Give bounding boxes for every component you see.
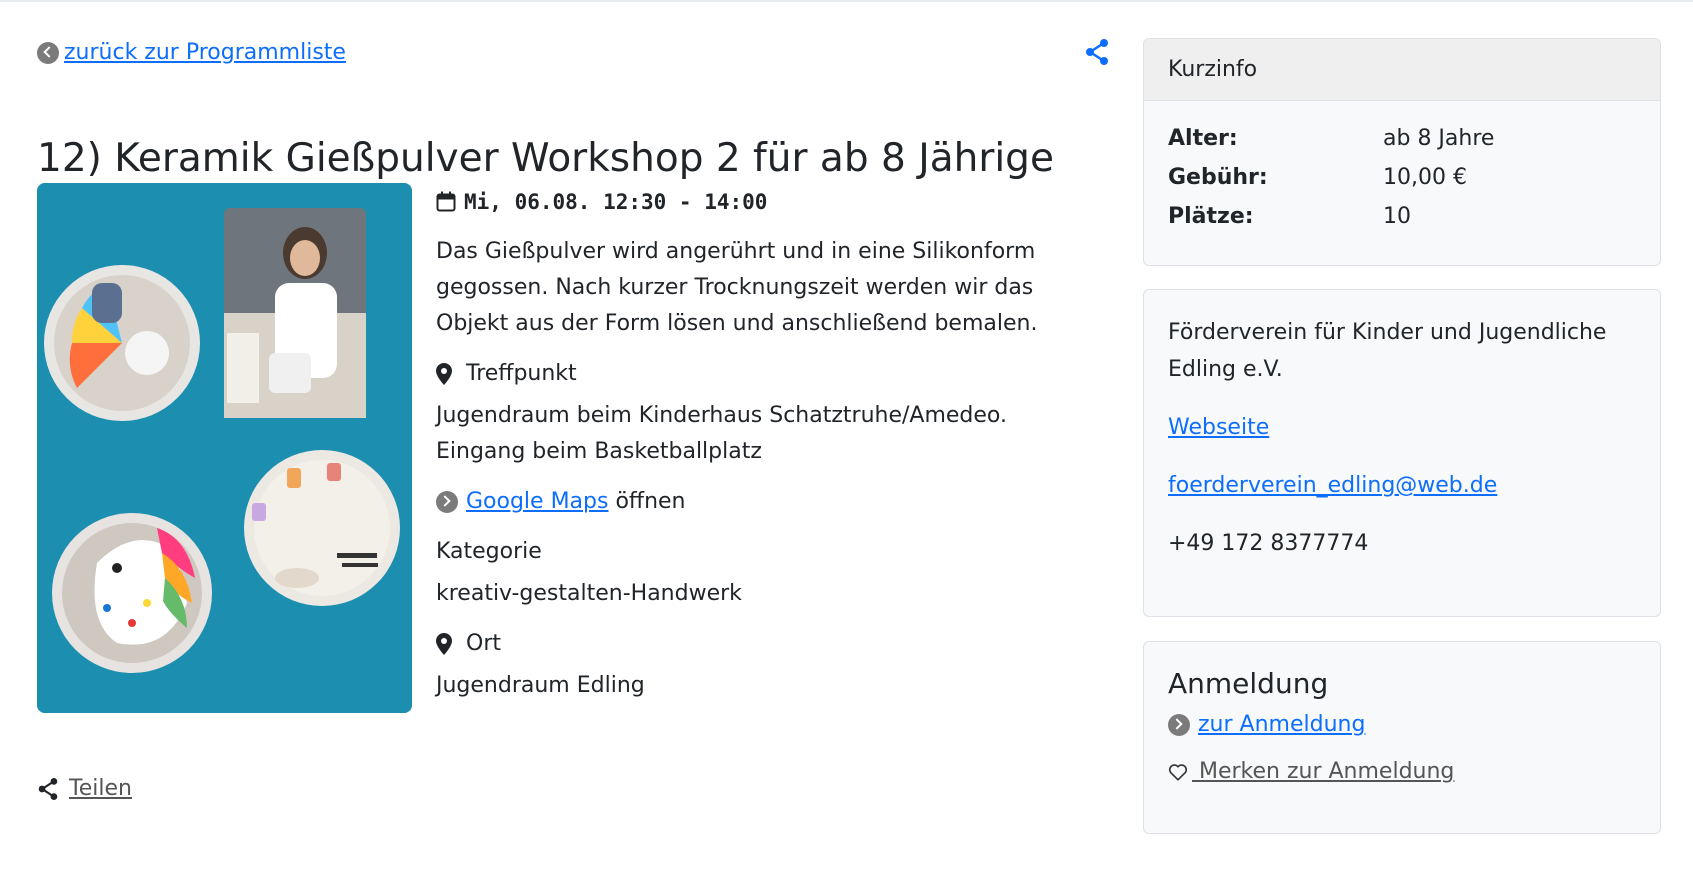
share-icon: [38, 777, 58, 800]
registration-card: Anmeldung zur Anmeldung Merken zur Anmel…: [1143, 641, 1661, 834]
organizer-phone: +49 172 8377774: [1168, 531, 1369, 556]
registration-heading: Anmeldung: [1168, 667, 1329, 700]
organizer-email-link[interactable]: foerderverein_edling@web.de: [1168, 473, 1497, 498]
register-link[interactable]: zur Anmeldung: [1198, 712, 1365, 737]
calendar-icon: [436, 191, 456, 212]
info-key: Alter:: [1168, 126, 1238, 151]
event-title: 12) Keramik Gießpulver Workshop 2 für ab…: [37, 136, 1054, 181]
info-row-age: Alter: ab 8 Jahre: [1168, 119, 1636, 158]
category-value: kreativ-gestalten-Handwerk: [436, 581, 742, 606]
chevron-right-circle-icon: [1168, 713, 1190, 736]
back-to-program-list-link[interactable]: zurück zur Programmliste: [64, 40, 346, 65]
category-label: Kategorie: [436, 539, 542, 564]
share-link[interactable]: Teilen: [69, 776, 132, 801]
info-value: 10: [1383, 204, 1411, 229]
remember-link[interactable]: Merken zur Anmeldung: [1192, 759, 1454, 784]
chevron-left-circle-icon: [37, 41, 59, 64]
kurzinfo-table: Alter: ab 8 Jahre Gebühr: 10,00 € Plätze…: [1144, 101, 1660, 254]
location-value: Jugendraum Edling: [436, 673, 645, 698]
info-value: 10,00 €: [1383, 165, 1467, 190]
organizer-website-link[interactable]: Webseite: [1168, 415, 1269, 440]
chevron-right-circle-icon: [436, 491, 458, 513]
event-details: Mi, 06.08. 12:30 - 14:00 Das Gießpulver …: [436, 186, 1096, 704]
event-image[interactable]: [37, 183, 412, 713]
info-value: ab 8 Jahre: [1383, 126, 1495, 151]
share-row[interactable]: Teilen: [37, 776, 132, 801]
kurzinfo-header: Kurzinfo: [1144, 39, 1660, 101]
map-pin-icon: [436, 633, 452, 655]
meeting-point-label: Treffpunkt: [466, 361, 577, 386]
info-key: Plätze:: [1168, 204, 1254, 229]
google-maps-row: Google Maps öffnen: [436, 484, 1096, 520]
map-pin-icon: [436, 363, 452, 385]
register-row: zur Anmeldung: [1168, 712, 1636, 737]
google-maps-suffix: öffnen: [608, 489, 686, 514]
meeting-point-heading: Treffpunkt: [436, 356, 1096, 392]
back-link-row[interactable]: zurück zur Programmliste: [37, 40, 346, 65]
google-maps-link[interactable]: Google Maps: [466, 484, 608, 520]
remember-row[interactable]: Merken zur Anmeldung: [1168, 759, 1636, 784]
organizer-card: Förderverein für Kinder und Jugendliche …: [1143, 289, 1661, 617]
location-label: Ort: [466, 631, 501, 656]
meeting-point-line1: Jugendraum beim Kinderhaus Schatztruhe/A…: [436, 403, 1007, 428]
info-row-fee: Gebühr: 10,00 €: [1168, 158, 1636, 197]
unicorn-ceramic-photo: [52, 513, 212, 673]
event-description: Das Gießpulver wird angerührt und in ein…: [436, 239, 1038, 336]
location-heading: Ort: [436, 626, 1096, 662]
top-border: [0, 0, 1693, 2]
workshop-person-photo: [224, 208, 366, 418]
organizer-name: Förderverein für Kinder und Jugendliche …: [1168, 320, 1607, 382]
crafting-table-photo: [244, 450, 400, 606]
ceramic-cake-photo: [44, 265, 200, 421]
info-row-places: Plätze: 10: [1168, 197, 1636, 236]
event-collage-graphic: [37, 183, 412, 713]
heart-icon: [1168, 763, 1188, 781]
meeting-point-line2: Eingang beim Basketballplatz: [436, 439, 762, 464]
share-icon[interactable]: [1084, 38, 1110, 66]
info-key: Gebühr:: [1168, 165, 1268, 190]
event-date-row: Mi, 06.08. 12:30 - 14:00: [436, 186, 1096, 218]
event-date: Mi, 06.08. 12:30 - 14:00: [464, 190, 768, 214]
kurzinfo-card: Kurzinfo Alter: ab 8 Jahre Gebühr: 10,00…: [1143, 38, 1661, 266]
